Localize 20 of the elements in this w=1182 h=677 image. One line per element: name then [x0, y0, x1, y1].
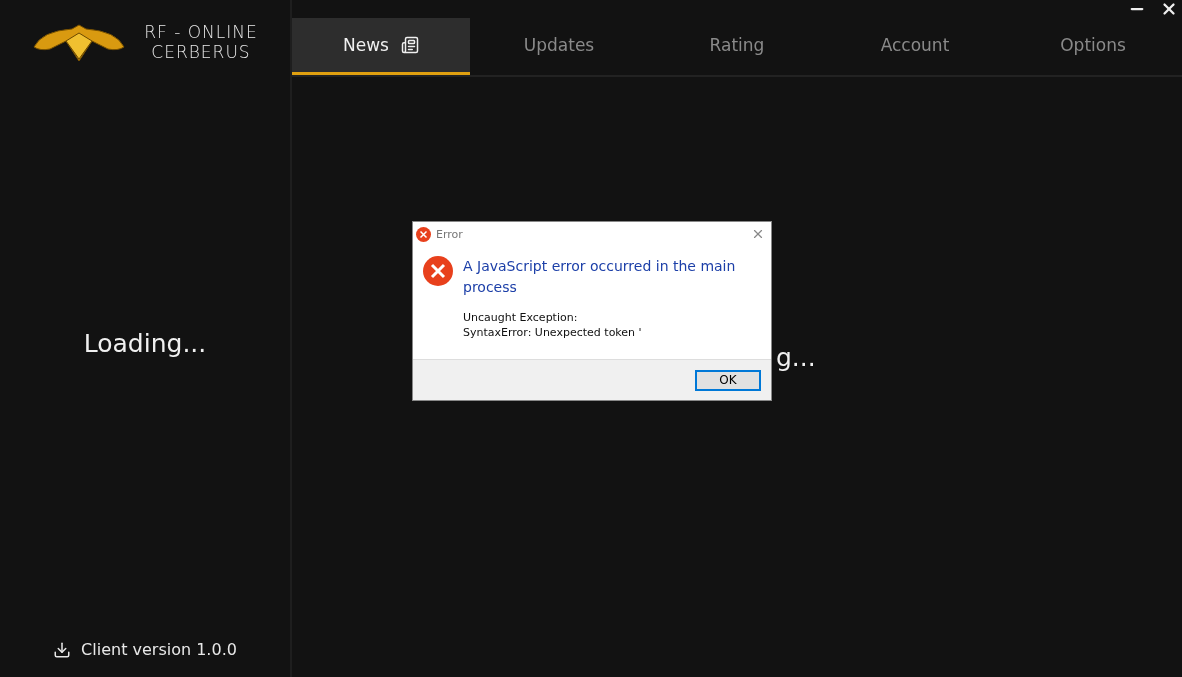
error-icon	[423, 256, 453, 286]
newspaper-icon	[400, 36, 419, 54]
nav-tab[interactable]: Rating	[648, 18, 826, 75]
brand-title: RF - ONLINE	[144, 21, 258, 42]
error-message: SyntaxError: Unexpected token '	[463, 325, 643, 340]
loading-text: Loading...	[83, 329, 207, 358]
ok-button[interactable]: OK	[695, 369, 761, 391]
close-icon[interactable]	[1160, 0, 1178, 18]
nav-tab[interactable]: Account	[826, 18, 1004, 75]
error-icon	[416, 226, 431, 242]
loading-text: g...	[776, 343, 816, 372]
brand-subtitle: CERBERUS	[151, 41, 251, 62]
nav-tab[interactable]: Options	[1004, 18, 1182, 75]
nav-tab[interactable]: Updates	[470, 18, 648, 75]
error-heading: A JavaScript error occurred in the main process	[463, 257, 737, 297]
download-icon	[53, 640, 72, 659]
error-message: Uncaught Exception:	[463, 310, 579, 325]
nav-tab[interactable]: News	[292, 18, 470, 75]
client-version: Client version 1.0.0	[81, 640, 237, 659]
dialog-title: Error	[436, 227, 463, 241]
